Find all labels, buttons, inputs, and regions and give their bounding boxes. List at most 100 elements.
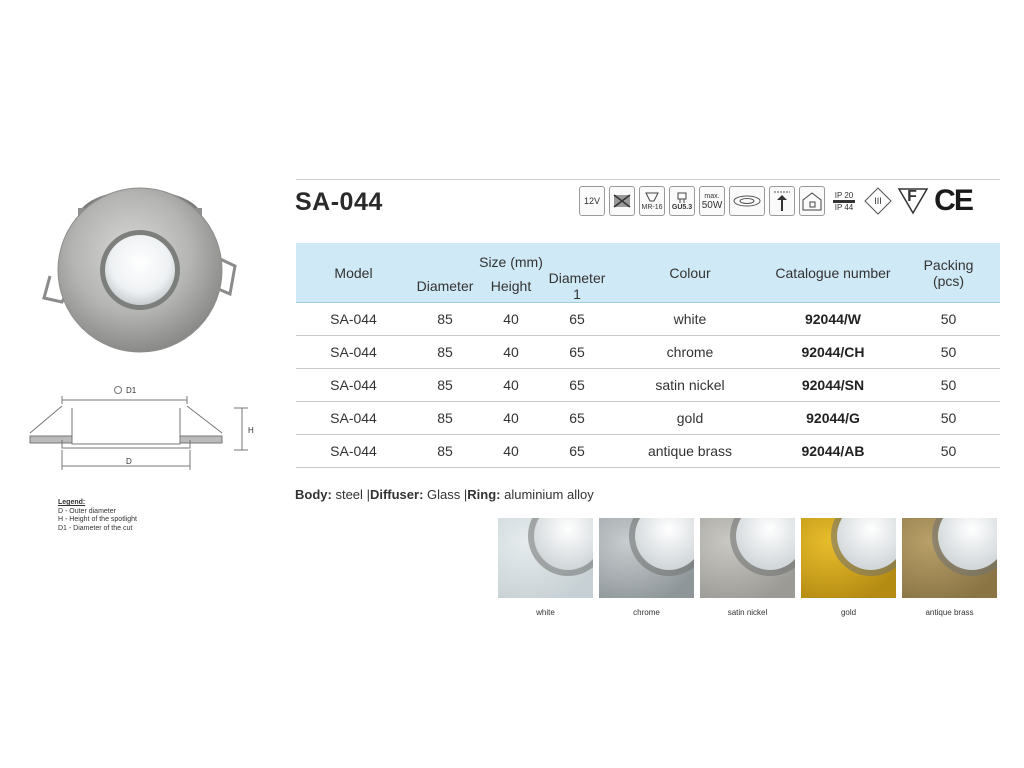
finish-swatch-graphic xyxy=(599,518,694,598)
header-diameter: Diameter xyxy=(416,278,474,294)
cell-colour: gold xyxy=(611,401,769,435)
indoor-use-icon xyxy=(799,186,825,216)
legend-line: D1 - Diameter of the cut xyxy=(58,524,133,532)
finish-swatch-image xyxy=(902,518,997,598)
cell-diameter1: 65 xyxy=(543,335,611,369)
technical-drawing: D1 H D xyxy=(29,386,254,470)
cell-model: SA-044 xyxy=(296,335,411,369)
cell-height: 40 xyxy=(479,335,543,369)
table-row: SA-044 85 40 65 white 92044/W 50 xyxy=(296,302,1000,336)
cell-packing: 50 xyxy=(897,368,1000,402)
cell-height: 40 xyxy=(479,302,543,336)
no-insulation-cover-icon xyxy=(609,186,635,216)
cell-diameter: 85 xyxy=(411,434,479,468)
body-label: Body: xyxy=(295,487,332,502)
diffuser-label: Diffuser: xyxy=(369,487,424,502)
table-row: SA-044 85 40 65 satin nickel 92044/SN 50 xyxy=(296,368,1000,402)
finish-swatch-graphic xyxy=(801,518,896,598)
finish-swatch-image xyxy=(498,518,593,598)
finish-chrome: chrome xyxy=(599,518,694,617)
cell-diameter1: 65 xyxy=(543,434,611,468)
max-wattage-icon: max. 50W xyxy=(699,186,725,216)
cell-packing: 50 xyxy=(897,302,1000,336)
table-row: SA-044 85 40 65 chrome 92044/CH 50 xyxy=(296,335,1000,369)
cell-model: SA-044 xyxy=(296,368,411,402)
legend-line: H - Height of the spotlight xyxy=(58,516,137,523)
cell-diameter: 85 xyxy=(411,335,479,369)
materials-line: Body: steel |Diffuser: Glass |Ring: alum… xyxy=(295,487,594,502)
header-packing: Packing (pcs) xyxy=(923,256,974,289)
table-row: SA-044 85 40 65 gold 92044/G 50 xyxy=(296,401,1000,435)
recessed-fitting-icon xyxy=(729,186,765,216)
cell-packing: 50 xyxy=(897,434,1000,468)
d-label: D xyxy=(126,457,132,466)
finish-swatch-image xyxy=(599,518,694,598)
cell-diameter: 85 xyxy=(411,368,479,402)
product-title: SA-044 xyxy=(295,188,383,216)
cell-colour: white xyxy=(611,302,769,336)
cell-diameter1: 65 xyxy=(543,302,611,336)
finish-swatch-graphic xyxy=(498,518,593,598)
h-label: H xyxy=(248,426,254,435)
cell-diameter: 85 xyxy=(411,302,479,336)
cell-model: SA-044 xyxy=(296,401,411,435)
cell-catalogue: 92044/W xyxy=(769,302,897,336)
12v-icon: 12V xyxy=(579,186,605,216)
cell-packing: 50 xyxy=(897,335,1000,369)
cell-catalogue: 92044/AB xyxy=(769,434,897,468)
finish-swatches: white chrome satin nickel gold antique b… xyxy=(498,518,997,617)
cell-height: 40 xyxy=(479,368,543,402)
finish-white: white xyxy=(498,518,593,617)
cell-diameter: 85 xyxy=(411,401,479,435)
finish-swatch-image xyxy=(801,518,896,598)
d1-label: D1 xyxy=(126,386,137,395)
ring-value: aluminium alloy xyxy=(504,487,594,502)
finish-label: chrome xyxy=(633,608,660,617)
cell-catalogue: 92044/G xyxy=(769,401,897,435)
diffuser-value: Glass xyxy=(427,487,461,502)
f-mark-icon: F xyxy=(897,184,929,218)
drawing-legend: Legend: D - Outer diameter H - Height of… xyxy=(58,499,137,533)
header-height: Height xyxy=(490,278,532,294)
header-model: Model xyxy=(334,264,373,281)
body-value: steel xyxy=(335,487,363,502)
finish-label: gold xyxy=(840,608,857,617)
header-catalogue: Catalogue number xyxy=(775,264,891,281)
cell-model: SA-044 xyxy=(296,302,411,336)
header-size: Size (mm) xyxy=(479,254,543,270)
cell-diameter1: 65 xyxy=(543,368,611,402)
ce-mark-icon: CE xyxy=(934,184,974,217)
ip-rating-icon: IP 20 IP 44 xyxy=(833,190,855,212)
cell-colour: satin nickel xyxy=(611,368,769,402)
finish-gold: gold xyxy=(801,518,896,617)
legend-title: Legend: xyxy=(58,499,86,506)
ring-label: Ring: xyxy=(467,487,501,502)
mr16-lamp-icon: MR-16 xyxy=(639,186,665,216)
finish-antique-brass: antique brass xyxy=(902,518,997,617)
finish-label: satin nickel xyxy=(727,608,768,617)
header-diameter1: Diameter 1 xyxy=(548,270,606,302)
finish-swatch-graphic xyxy=(700,518,795,598)
cell-height: 40 xyxy=(479,434,543,468)
finish-swatch-graphic xyxy=(902,518,997,598)
header-colour: Colour xyxy=(669,264,711,281)
finish-label: white xyxy=(536,608,555,617)
cell-height: 40 xyxy=(479,401,543,435)
product-photo xyxy=(42,187,237,353)
cell-packing: 50 xyxy=(897,401,1000,435)
cell-model: SA-044 xyxy=(296,434,411,468)
cell-catalogue: 92044/CH xyxy=(769,335,897,369)
finish-swatch-image xyxy=(700,518,795,598)
finish-satin-nickel: satin nickel xyxy=(700,518,795,617)
certification-icons: 12V MR-16 GU5.3 max. 50W IP 20 IP 44 III… xyxy=(579,184,975,218)
cell-colour: antique brass xyxy=(611,434,769,468)
spec-table: Model Size (mm) Colour Catalogue number … xyxy=(296,243,1000,468)
cell-catalogue: 92044/SN xyxy=(769,368,897,402)
class-iii-icon: III xyxy=(863,184,893,218)
cell-colour: chrome xyxy=(611,335,769,369)
finish-label: antique brass xyxy=(925,608,974,617)
table-row: SA-044 85 40 65 antique brass 92044/AB 5… xyxy=(296,434,1000,468)
ceiling-mount-icon xyxy=(769,186,795,216)
cell-diameter1: 65 xyxy=(543,401,611,435)
top-divider xyxy=(296,179,1000,180)
